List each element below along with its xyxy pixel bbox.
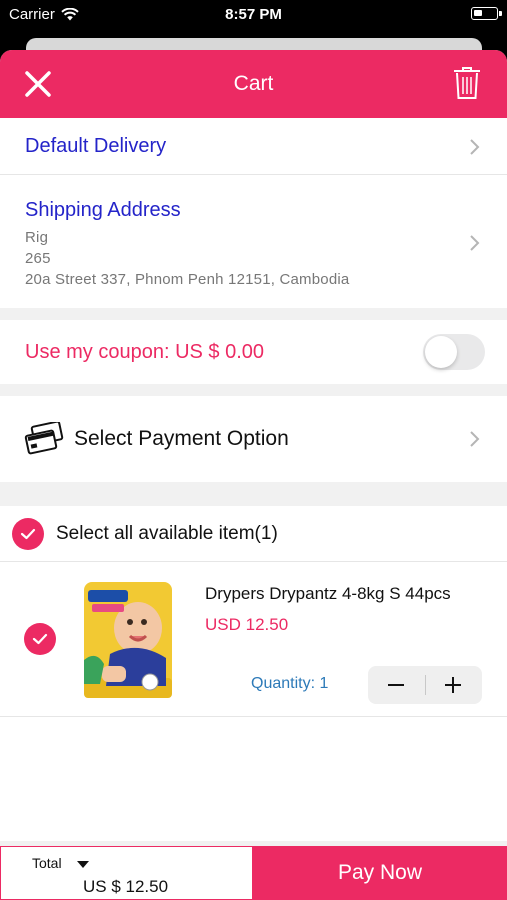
item-price: USD 12.50 <box>205 615 289 634</box>
cart-item: Drypers Drypantz 4-8kg S 44pcs USD 12.50… <box>0 562 507 717</box>
checkmark-icon <box>20 528 36 540</box>
delivery-section: Default Delivery Shipping Address Rig 26… <box>0 118 507 308</box>
toggle-knob <box>425 336 457 368</box>
status-bar: Carrier 8:57 PM <box>0 0 507 30</box>
chevron-right-icon <box>470 431 480 447</box>
default-delivery-row[interactable]: Default Delivery <box>0 118 507 175</box>
delivery-label: Default Delivery <box>25 135 167 157</box>
quantity-stepper <box>368 666 482 704</box>
caret-down-icon <box>77 861 89 868</box>
chevron-right-icon <box>470 139 480 155</box>
select-all-row: Select all available item(1) <box>0 506 507 562</box>
shipping-address-label: Shipping Address <box>25 199 181 221</box>
cart-sheet: Cart Default Delivery Shipping Address R… <box>0 50 507 900</box>
cart-header: Cart <box>0 50 507 118</box>
total-box[interactable]: Total US $ 12.50 <box>0 846 253 900</box>
coupon-label: Use my coupon: US $ 0.00 <box>25 341 265 363</box>
trash-icon[interactable] <box>453 66 481 100</box>
coupon-toggle[interactable] <box>423 334 485 370</box>
total-label: Total <box>32 855 62 871</box>
total-value: US $ 12.50 <box>83 877 169 896</box>
item-name: Drypers Drypantz 4-8kg S 44pcs <box>205 584 451 603</box>
chevron-right-icon <box>470 235 480 251</box>
plus-icon[interactable] <box>425 666 482 704</box>
checkout-bar: Total US $ 12.50 Pay Now <box>0 846 507 900</box>
payment-option-row[interactable]: Select Payment Option <box>0 396 507 482</box>
select-all-label: Select all available item(1) <box>56 523 278 544</box>
battery-tip <box>499 11 502 16</box>
payment-option-label: Select Payment Option <box>74 427 289 450</box>
status-time: 8:57 PM <box>225 6 282 23</box>
product-image <box>84 582 172 698</box>
recipient-name: Rig <box>25 229 49 246</box>
item-checkbox[interactable] <box>24 623 56 655</box>
shipping-address-row[interactable]: Shipping Address Rig 265 20a Street 337,… <box>0 176 507 308</box>
coupon-row: Use my coupon: US $ 0.00 <box>0 320 507 384</box>
quantity-label: Quantity: 1 <box>251 675 329 692</box>
minus-icon[interactable] <box>368 666 425 704</box>
payment-card-icon <box>24 422 64 455</box>
empty-area <box>0 717 507 841</box>
address-line: 20a Street 337, Phnom Penh 12151, Cambod… <box>25 271 350 288</box>
battery-icon <box>471 7 498 20</box>
recipient-phone: 265 <box>25 250 51 267</box>
pay-now-button[interactable]: Pay Now <box>253 846 507 900</box>
checkmark-icon <box>32 633 48 645</box>
page-title: Cart <box>233 72 274 95</box>
select-all-checkbox[interactable] <box>12 518 44 550</box>
